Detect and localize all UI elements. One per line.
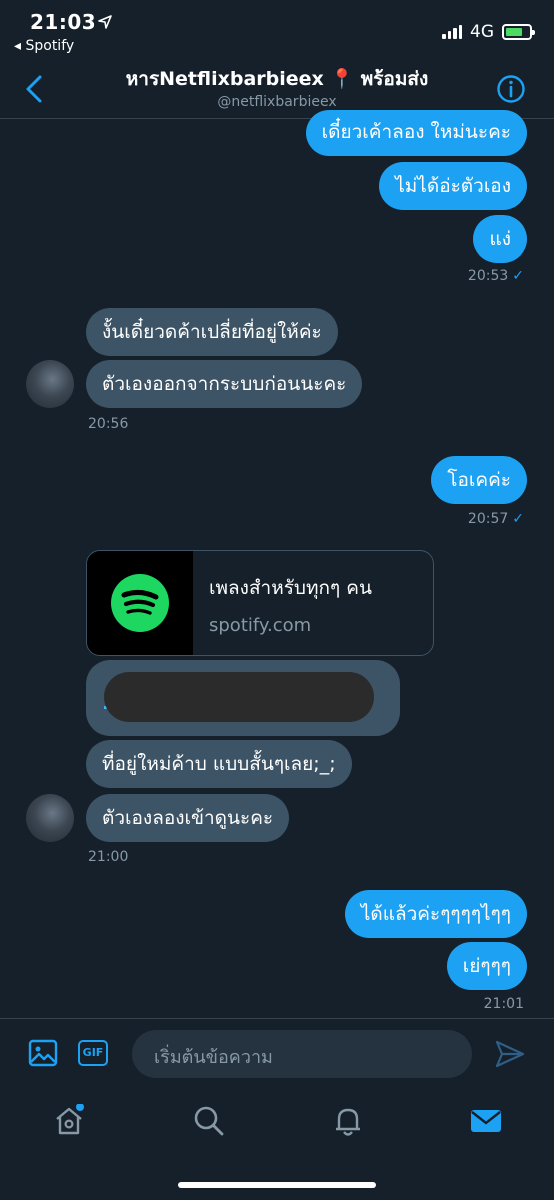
conversation-title: หารNetflixbarbieex 📍 พร้อมส่ง [125, 68, 429, 90]
timestamp-text: 20:57 [467, 511, 509, 527]
outgoing-message[interactable]: โอเคค่ะ [431, 456, 527, 504]
link-url: spotify.com [209, 615, 312, 636]
send-icon [495, 1040, 525, 1068]
sent-check-icon: ✓ [512, 268, 524, 284]
message-timestamp: 20:53 ✓ [468, 268, 524, 284]
tab-messages[interactable] [469, 1104, 503, 1138]
gif-button[interactable]: GIF [78, 1040, 108, 1066]
incoming-message[interactable]: ตัวเองออกจากระบบก่อนนะคะ [86, 360, 363, 408]
redaction-block [104, 672, 374, 722]
battery-icon [502, 24, 535, 40]
outgoing-message[interactable]: เย่ๆๆๆ [446, 942, 527, 990]
link-preview-card[interactable]: เพลงสำหรับทุกๆ คน spotify.com [86, 550, 434, 656]
send-button[interactable] [494, 1038, 526, 1074]
timestamp-text: 20:53 [467, 268, 509, 284]
composer-divider [0, 1018, 554, 1019]
outgoing-message[interactable]: ไม่ได้อ่ะตัวเอง [379, 162, 527, 210]
network-type: 4G [470, 22, 494, 42]
message-timestamp: 21:00 [88, 849, 129, 865]
avatar[interactable] [26, 360, 74, 408]
message-input[interactable]: เริ่มต้นข้อความ [132, 1030, 472, 1078]
outgoing-message[interactable]: แง่ [473, 215, 527, 263]
avatar[interactable] [26, 794, 74, 842]
incoming-message[interactable]: งั้นเดี๋ยวดค้าเปลี่ยที่อยู่ให้ค่ะ [86, 308, 338, 356]
info-icon [497, 75, 525, 103]
tab-home[interactable] [52, 1103, 86, 1138]
message-timestamp: 20:57 ✓ [468, 511, 524, 527]
signal-icon [442, 25, 462, 39]
spotify-logo-icon [87, 551, 193, 655]
outgoing-message[interactable]: เดี๋ยวเค้าลอง ใหม่นะคะ [305, 110, 527, 156]
incoming-message[interactable]: ตัวเองลองเข้าดูนะคะ [86, 794, 290, 842]
image-button[interactable] [28, 1038, 58, 1072]
link-title: เพลงสำหรับทุกๆ คน [209, 577, 372, 599]
tab-notifications[interactable] [331, 1104, 365, 1138]
back-to-app-link[interactable]: ◂ Spotify [14, 38, 74, 54]
sent-check-icon: ✓ [512, 511, 524, 527]
home-icon [56, 1103, 84, 1135]
image-icon [28, 1039, 58, 1067]
incoming-message[interactable]: ที่อยู่ใหม่ค้าบ แบบสั้นๆเลย;_; [86, 740, 352, 788]
status-time: 21:03 [30, 10, 97, 34]
message-timestamp: 21:01 [483, 996, 524, 1012]
outgoing-message[interactable]: ได้แล้วค่ะๆๆๆๆไๆๆ [344, 890, 527, 938]
home-indicator [178, 1182, 376, 1188]
tab-search[interactable] [192, 1104, 226, 1138]
bell-icon [336, 1108, 360, 1136]
search-icon [194, 1106, 224, 1136]
info-button[interactable] [496, 74, 526, 104]
status-indicators: 4G [442, 22, 535, 42]
conversation-handle: @netflixbarbieex [217, 94, 337, 110]
envelope-icon [471, 1110, 501, 1132]
location-arrow-icon [98, 14, 112, 33]
message-timestamp: 20:56 [88, 416, 129, 432]
